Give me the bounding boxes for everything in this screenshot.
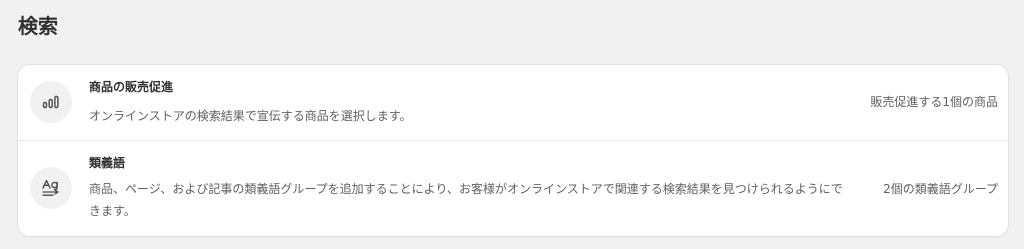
row-description: オンラインストアの検索結果で宣伝する商品を選択します。 <box>89 109 412 123</box>
text-synonym-icon <box>30 167 72 209</box>
row-description: 商品、ページ、および記事の類義語グループを追加することにより、お客様がオンライン… <box>89 182 843 218</box>
synonyms-row[interactable]: 類義語 商品、ページ、および記事の類義語グループを追加することにより、お客様がオ… <box>18 141 1008 236</box>
product-promotion-row[interactable]: 商品の販売促進 オンラインストアの検索結果で宣伝する商品を選択します。 販売促進… <box>18 65 1008 140</box>
page-title: 検索 <box>18 14 58 38</box>
row-title: 類義語 <box>89 156 126 170</box>
bar-chart-icon <box>30 81 72 123</box>
row-count: 2個の類義語グループ <box>883 182 998 196</box>
search-settings-card: 商品の販売促進 オンラインストアの検索結果で宣伝する商品を選択します。 販売促進… <box>18 65 1008 236</box>
row-title: 商品の販売促進 <box>89 80 174 94</box>
row-count: 販売促進する1個の商品 <box>870 95 998 109</box>
